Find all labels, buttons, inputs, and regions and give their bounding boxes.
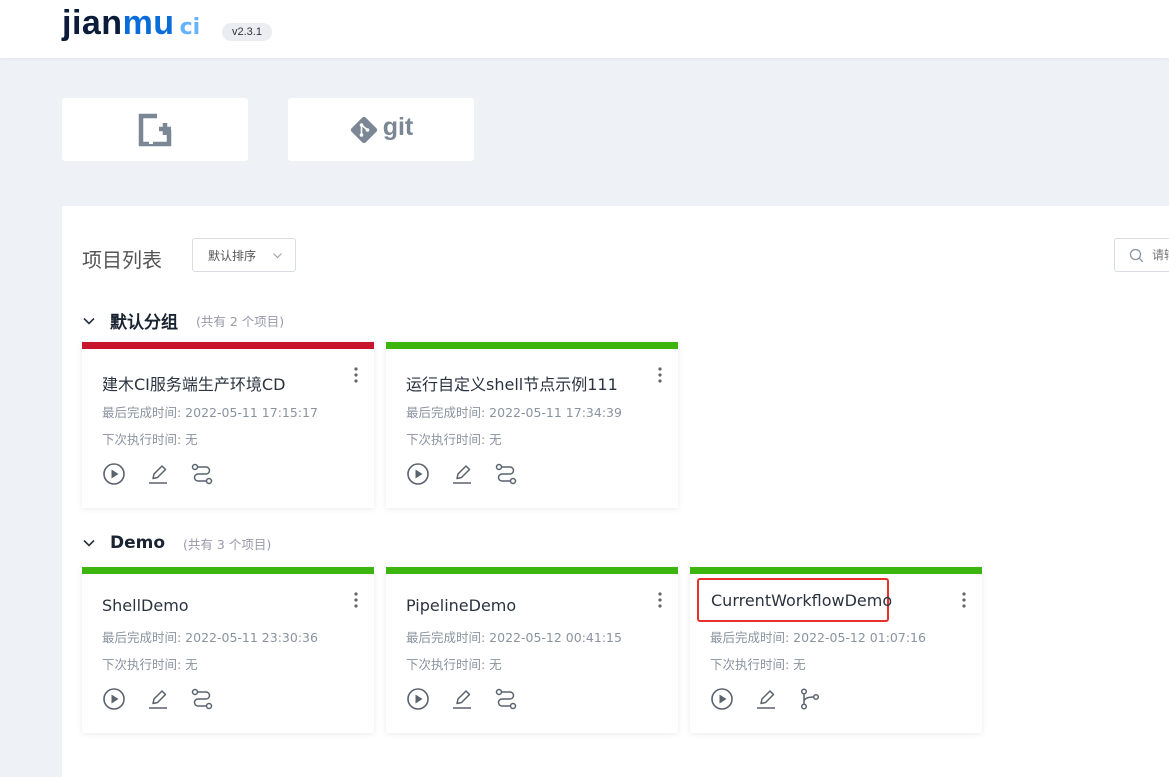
logo-text-ci: ci — [179, 15, 201, 40]
run-icon[interactable] — [102, 462, 126, 486]
search-box[interactable] — [1114, 238, 1169, 272]
run-icon[interactable] — [102, 687, 126, 711]
card-actions — [102, 462, 214, 486]
chevron-down-icon — [83, 317, 95, 325]
git-icon — [350, 116, 377, 143]
status-bar-success — [690, 567, 982, 574]
project-card[interactable]: ShellDemo 最后完成时间: 2022-05-11 23:30:36 下次… — [82, 567, 374, 733]
project-name[interactable]: 建木CI服务端生产环境CD — [102, 371, 285, 395]
project-card[interactable]: PipelineDemo 最后完成时间: 2022-05-12 00:41:15… — [386, 567, 678, 733]
search-icon — [1129, 248, 1144, 262]
project-name[interactable]: ShellDemo — [102, 596, 189, 615]
edit-icon[interactable] — [146, 687, 170, 711]
card-actions — [406, 687, 518, 711]
next-run-time: 下次执行时间: 无 — [406, 657, 502, 672]
more-options-icon[interactable] — [960, 590, 968, 610]
chevron-down-icon — [273, 253, 282, 259]
card-actions — [710, 687, 822, 711]
status-bar-success — [82, 567, 374, 574]
version-badge: v2.3.1 — [222, 23, 272, 41]
last-done-time: 最后完成时间: 2022-05-12 00:41:15 — [406, 630, 622, 645]
pipeline-icon[interactable] — [494, 687, 518, 711]
logo-text-mu: mu — [122, 4, 175, 42]
group-name: 默认分组 — [110, 313, 178, 333]
group-header-default[interactable]: 默认分组 (共有 2 个项目) — [82, 308, 284, 333]
edit-icon[interactable] — [754, 687, 778, 711]
project-list-panel: 项目列表 默认排序 默认分组 (共有 2 个项目) 建木CI服务端生产环境CD … — [62, 206, 1169, 777]
group-name: Demo — [110, 533, 166, 553]
status-bar-success — [386, 342, 678, 349]
pipeline-icon[interactable] — [190, 687, 214, 711]
run-icon[interactable] — [406, 462, 430, 486]
sort-select-value: 默认排序 — [208, 248, 257, 263]
import-git-button[interactable]: git — [288, 98, 474, 161]
next-run-time: 下次执行时间: 无 — [102, 657, 198, 672]
card-actions — [406, 462, 518, 486]
sort-select[interactable]: 默认排序 — [192, 238, 296, 272]
top-header: jian mu ci v2.3.1 — [0, 0, 1169, 58]
group-header-demo[interactable]: Demo (共有 3 个项目) — [82, 533, 271, 553]
edit-icon[interactable] — [450, 687, 474, 711]
panel-title: 项目列表 — [82, 248, 162, 272]
more-options-icon[interactable] — [352, 365, 360, 385]
next-run-time: 下次执行时间: 无 — [710, 657, 806, 672]
workflow-icon[interactable] — [798, 687, 822, 711]
add-project-icon — [138, 113, 172, 146]
more-options-icon[interactable] — [656, 365, 664, 385]
project-card[interactable]: 建木CI服务端生产环境CD 最后完成时间: 2022-05-11 17:15:1… — [82, 342, 374, 508]
next-run-time: 下次执行时间: 无 — [102, 432, 198, 447]
run-icon[interactable] — [710, 687, 734, 711]
next-run-time: 下次执行时间: 无 — [406, 432, 502, 447]
edit-icon[interactable] — [450, 462, 474, 486]
card-actions — [102, 687, 214, 711]
pipeline-icon[interactable] — [190, 462, 214, 486]
last-done-time: 最后完成时间: 2022-05-11 17:15:17 — [102, 405, 318, 420]
status-bar-failed — [82, 342, 374, 349]
group-count: (共有 2 个项目) — [196, 314, 285, 329]
jianmu-logo[interactable]: jian mu ci — [62, 4, 200, 43]
run-icon[interactable] — [406, 687, 430, 711]
last-done-time: 最后完成时间: 2022-05-11 23:30:36 — [102, 630, 318, 645]
edit-icon[interactable] — [146, 462, 170, 486]
more-options-icon[interactable] — [352, 590, 360, 610]
search-input[interactable] — [1152, 248, 1169, 262]
project-name[interactable]: PipelineDemo — [406, 596, 516, 615]
git-label: git — [382, 113, 414, 141]
chevron-down-icon — [83, 539, 95, 547]
project-card[interactable]: 运行自定义shell节点示例111 最后完成时间: 2022-05-11 17:… — [386, 342, 678, 508]
group-count: (共有 3 个项目) — [183, 536, 272, 552]
project-name[interactable]: CurrentWorkflowDemo — [697, 578, 892, 622]
status-bar-success — [386, 567, 678, 574]
create-project-button[interactable] — [62, 98, 248, 161]
project-name[interactable]: 运行自定义shell节点示例111 — [406, 371, 618, 395]
logo-text-jian: jian — [62, 4, 123, 42]
project-card[interactable]: CurrentWorkflowDemo 最后完成时间: 2022-05-12 0… — [690, 567, 982, 733]
pipeline-icon[interactable] — [494, 462, 518, 486]
last-done-time: 最后完成时间: 2022-05-11 17:34:39 — [406, 405, 622, 420]
more-options-icon[interactable] — [656, 590, 664, 610]
last-done-time: 最后完成时间: 2022-05-12 01:07:16 — [710, 630, 926, 645]
